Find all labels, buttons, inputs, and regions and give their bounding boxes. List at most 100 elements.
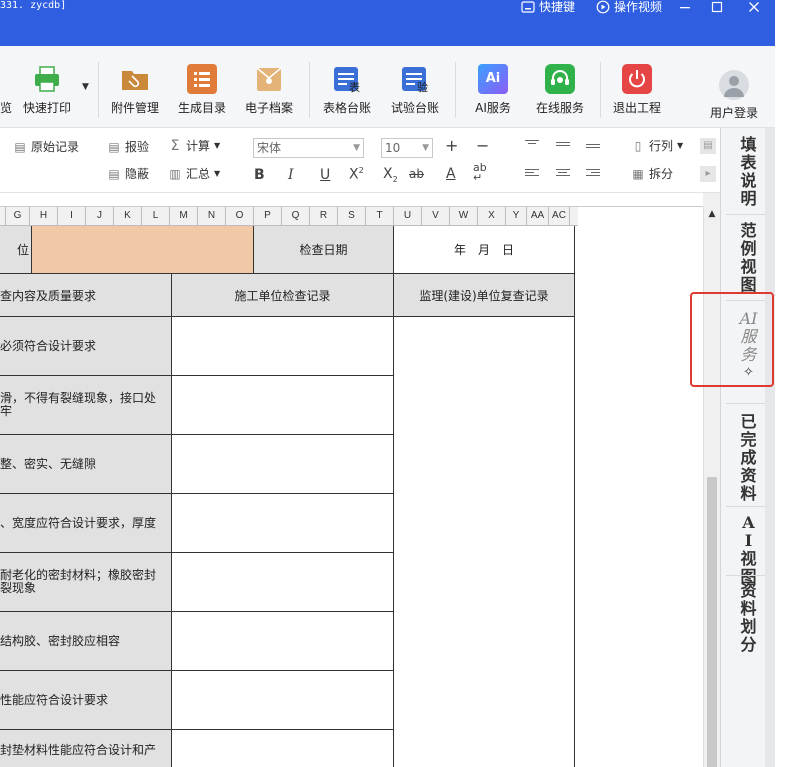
requirement-item-cell[interactable]: 整、密实、无缝隙 xyxy=(0,435,172,494)
supervision-record-cell[interactable] xyxy=(394,317,575,767)
align-bottom-icon[interactable] xyxy=(586,144,600,154)
online-service-button[interactable]: 在线服务 xyxy=(528,64,592,116)
column-header[interactable]: O xyxy=(226,207,254,225)
table-ledger-button[interactable]: 表 表格台账 xyxy=(315,64,379,116)
column-header[interactable]: AA xyxy=(527,207,549,225)
construction-record-cell[interactable] xyxy=(172,376,394,435)
column-header[interactable]: H xyxy=(30,207,58,225)
verify-button[interactable]: ▤ 报验 xyxy=(107,138,149,155)
superscript-icon[interactable]: X2 xyxy=(349,166,364,183)
calculate-button[interactable]: Σ 计算 ▼ xyxy=(168,137,221,154)
construction-header-cell[interactable]: 施工单位检查记录 xyxy=(172,274,394,317)
check-date-value-cell[interactable]: 年 月 日 xyxy=(394,226,575,274)
font-size-select[interactable]: 10 ▼ xyxy=(381,138,433,158)
row-col-icon: ▯ xyxy=(634,138,642,153)
requirement-item-text: 耐老化的密封材料；橡胶密封 裂现象 xyxy=(0,568,157,595)
overflow-icon[interactable]: ▤ xyxy=(700,138,716,154)
strikethrough-icon[interactable]: ab xyxy=(409,167,424,181)
column-header[interactable]: R xyxy=(310,207,338,225)
check-date-label-cell[interactable]: 检查日期 xyxy=(254,226,394,274)
scrollbar-thumb[interactable] xyxy=(707,477,717,767)
unit-label-cell[interactable]: 位 xyxy=(0,226,32,274)
column-header[interactable]: T xyxy=(366,207,394,225)
align-middle-icon[interactable] xyxy=(556,142,570,152)
attachment-manage-button[interactable]: 附件管理 xyxy=(103,64,167,116)
column-header[interactable]: N xyxy=(198,207,226,225)
construction-record-cell[interactable] xyxy=(172,435,394,494)
font-color-icon[interactable]: A xyxy=(446,166,456,182)
minimize-button[interactable] xyxy=(677,0,693,14)
column-header[interactable]: Q xyxy=(282,207,310,225)
column-header[interactable]: L xyxy=(142,207,170,225)
align-center-icon[interactable] xyxy=(556,169,570,179)
e-archive-button[interactable]: 电子档案 xyxy=(237,64,301,116)
ai-service-label: AI服务 xyxy=(475,101,511,115)
user-login-button[interactable]: 用户登录 xyxy=(702,70,766,121)
increase-font-icon[interactable]: + xyxy=(445,136,458,155)
summary-button[interactable]: ▥ 汇总 ▼ xyxy=(168,165,220,182)
ribbon-separator xyxy=(600,62,601,118)
italic-icon[interactable]: I xyxy=(288,167,294,183)
scroll-up-icon[interactable]: ▲ xyxy=(707,209,717,219)
user-login-label: 用户登录 xyxy=(709,106,758,120)
align-top-icon[interactable] xyxy=(525,140,539,150)
column-header[interactable]: V xyxy=(422,207,450,225)
construction-record-cell[interactable] xyxy=(172,317,394,376)
requirement-item-cell[interactable]: 封垫材料性能应符合设计和产 xyxy=(0,730,172,767)
requirement-item-cell[interactable]: 滑，不得有裂缝现象，接口处 牢 xyxy=(0,376,172,435)
unit-name-input-cell[interactable] xyxy=(32,226,254,274)
column-header[interactable]: J xyxy=(86,207,114,225)
subscript-icon[interactable]: X2 xyxy=(383,166,398,184)
vertical-scrollbar[interactable]: ▲ xyxy=(703,207,720,767)
column-header[interactable]: AC xyxy=(549,207,570,225)
row-col-button[interactable]: ▯ 行列 ▼ xyxy=(631,137,683,154)
exit-project-button[interactable]: 退出工程 xyxy=(605,64,669,116)
bold-icon[interactable]: B xyxy=(254,167,265,183)
original-record-button[interactable]: ▤ 原始记录 xyxy=(13,138,79,155)
close-button[interactable] xyxy=(746,0,762,14)
font-name-value: 宋体 xyxy=(257,141,282,155)
video-button[interactable]: 操作视频 xyxy=(596,0,662,14)
requirement-item-cell[interactable]: 必须符合设计要求 xyxy=(0,317,172,376)
maximize-button[interactable] xyxy=(709,0,725,14)
overflow-icon[interactable]: ▸ xyxy=(700,166,716,182)
construction-record-cell[interactable] xyxy=(172,671,394,730)
column-header[interactable]: M xyxy=(170,207,198,225)
construction-record-cell[interactable] xyxy=(172,553,394,612)
column-header[interactable]: U xyxy=(394,207,422,225)
decrease-font-icon[interactable]: − xyxy=(476,136,489,155)
column-header[interactable]: Y xyxy=(506,207,527,225)
print-dropdown-icon[interactable]: ▼ xyxy=(82,82,89,92)
construction-record-cell[interactable] xyxy=(172,494,394,553)
column-header[interactable]: W xyxy=(450,207,478,225)
column-header[interactable]: P xyxy=(254,207,282,225)
supervision-header-cell[interactable]: 监理(建设)单位复查记录 xyxy=(394,274,575,317)
column-header[interactable]: S xyxy=(338,207,366,225)
align-right-icon[interactable] xyxy=(586,169,600,179)
requirement-item-cell[interactable]: 结构胶、密封胶应相容 xyxy=(0,612,172,671)
quick-print-button[interactable]: 快速打印 xyxy=(15,64,79,116)
requirement-item-cell[interactable]: 、宽度应符合设计要求，厚度 xyxy=(0,494,172,553)
test-ledger-button[interactable]: 验 试验台账 xyxy=(383,64,447,116)
summary-label: 汇总 xyxy=(186,167,211,181)
construction-record-cell[interactable] xyxy=(172,730,394,767)
align-left-icon[interactable] xyxy=(525,169,539,179)
hide-button[interactable]: ▤ 隐蔽 xyxy=(107,165,149,182)
requirement-header-cell[interactable]: 查内容及质量要求 xyxy=(0,274,172,317)
column-header[interactable]: I xyxy=(58,207,86,225)
construction-record-cell[interactable] xyxy=(172,612,394,671)
requirement-item-cell[interactable]: 耐老化的密封材料；橡胶密封 裂现象 xyxy=(0,553,172,612)
underline-icon[interactable]: U xyxy=(320,167,330,183)
font-name-select[interactable]: 宋体 ▼ xyxy=(253,138,364,158)
table-ledger-label: 表格台账 xyxy=(322,101,371,115)
shortcut-button[interactable]: 快捷键 xyxy=(521,0,575,14)
column-header[interactable]: X xyxy=(478,207,506,225)
column-header[interactable]: G xyxy=(6,207,30,225)
ai-service-button[interactable]: Ai AI服务 xyxy=(461,64,525,116)
column-header[interactable]: K xyxy=(114,207,142,225)
split-button[interactable]: ▦ 拆分 xyxy=(631,165,673,182)
ribbon-partial-label[interactable]: 览 xyxy=(0,99,12,116)
generate-catalog-button[interactable]: 生成目录 xyxy=(170,64,234,116)
requirement-item-cell[interactable]: 性能应符合设计要求 xyxy=(0,671,172,730)
text-wrap-icon[interactable]: ab ↵ xyxy=(473,162,487,183)
